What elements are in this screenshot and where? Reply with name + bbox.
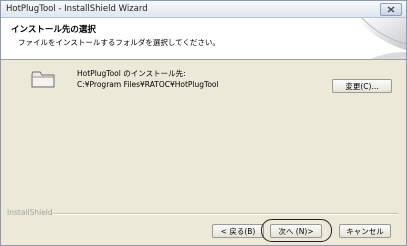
folder-icon — [31, 71, 55, 88]
page-title: インストール先の選択 — [11, 25, 96, 35]
page-subtitle: ファイルをインストールするフォルダを選択してください。 — [18, 38, 220, 47]
footer-divider — [53, 213, 398, 215]
cancel-button[interactable]: キャンセル — [339, 224, 391, 238]
destination-path: C:¥Program Files¥RATOC¥HotPlugTool — [77, 80, 219, 89]
close-icon — [387, 6, 395, 13]
change-button[interactable]: 変更(C)... — [332, 79, 392, 93]
installshield-art-icon — [356, 18, 406, 59]
installshield-brand: InstallShield — [7, 208, 53, 217]
title-bar[interactable]: HotPlugTool - InstallShield Wizard — [1, 1, 406, 18]
installer-window: HotPlugTool - InstallShield Wizard インストー… — [0, 0, 407, 246]
next-button[interactable]: 次へ (N)> — [270, 224, 322, 238]
window-title: HotPlugTool - InstallShield Wizard — [6, 4, 148, 14]
destination-label: HotPlugTool のインストール先: — [77, 69, 186, 78]
close-button[interactable] — [380, 3, 402, 16]
back-button[interactable]: < 戻る(B) — [212, 224, 264, 238]
wizard-body: HotPlugTool のインストール先: C:¥Program Files¥R… — [1, 60, 406, 193]
wizard-header: インストール先の選択 ファイルをインストールするフォルダを選択してください。 — [1, 18, 406, 60]
